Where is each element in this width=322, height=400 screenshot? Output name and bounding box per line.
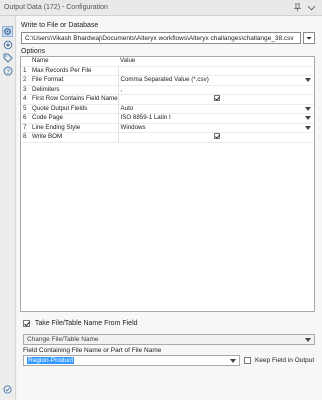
keep-field-checkbox[interactable]: [244, 357, 251, 364]
option-text-value[interactable]: [117, 66, 314, 76]
option-row[interactable]: 8 Write BOM: [21, 132, 314, 143]
window-title: Output Data (172) - Configuration: [4, 4, 108, 11]
settings-icon[interactable]: [2, 26, 13, 37]
option-row[interactable]: 6 Code Page ISO 8859-1 Latin I: [21, 113, 314, 124]
help-icon[interactable]: ?: [3, 66, 13, 76]
options-header-row: Name Value: [21, 57, 314, 67]
option-row[interactable]: 4 First Row Contains Field Names: [21, 94, 314, 105]
option-name: Write BOM: [30, 132, 118, 143]
chevron-down-icon: [230, 359, 236, 363]
take-from-field-row[interactable]: Take File/Table Name From Field: [23, 320, 138, 328]
option-name: Delimiters: [30, 85, 118, 95]
config-toolbar: ?: [0, 16, 16, 400]
chevron-down-icon: [305, 125, 311, 130]
chevron-down-icon: [305, 116, 311, 120]
option-value: ,: [120, 85, 123, 93]
file-name-field-select[interactable]: Region-Product: [23, 355, 240, 366]
file-name-mode-select[interactable]: Change File/Table Name: [23, 334, 315, 345]
name-column-header: Name: [30, 57, 118, 67]
chevron-down-icon: [305, 106, 311, 111]
num-header: [21, 57, 30, 67]
file-name-mode-value: Change File/Table Name: [27, 336, 99, 343]
options-grid: Name Value 1 Max Records Per File 2 File Fo…: [20, 56, 315, 312]
option-row-number: 5: [21, 104, 30, 114]
window-titlebar: Output Data (172) - Configuration: [0, 0, 322, 16]
option-name: First Row Contains Field Names: [30, 94, 118, 105]
option-dropdown[interactable]: Windows: [117, 123, 314, 133]
option-checkbox-cell[interactable]: [117, 94, 314, 105]
write-to-label: Write to File or Database: [21, 22, 99, 29]
option-value: ISO 8859-1 Latin I: [120, 114, 171, 121]
take-from-field-label: Take File/Table Name From Field: [34, 320, 138, 328]
option-value: Comma Separated Value (*.csv): [120, 76, 209, 83]
field-containing-label: Field Containing File Name or Part of Fi…: [23, 347, 162, 354]
option-dropdown[interactable]: ISO 8859-1 Latin I: [117, 113, 314, 124]
status-ok-icon: [3, 385, 12, 394]
value-column-header: Value: [118, 57, 314, 67]
file-name-field-value: Region-Product: [27, 357, 75, 364]
option-row[interactable]: 5 Quote Output Fields Auto: [21, 104, 314, 114]
tag-icon[interactable]: [3, 53, 13, 63]
connection-icon[interactable]: [3, 40, 13, 50]
option-text-value[interactable]: ,: [117, 85, 314, 95]
chevron-down-icon: [305, 78, 311, 82]
path-dropdown-button[interactable]: [303, 32, 315, 44]
keep-field-row[interactable]: Keep Field in Output: [244, 357, 315, 365]
option-row[interactable]: 7 Line Ending Style Windows: [21, 123, 314, 133]
option-name: Max Records Per File: [30, 66, 118, 76]
option-value: Auto: [120, 104, 134, 112]
option-row-number: 1: [21, 66, 30, 76]
chevron-down-icon[interactable]: [307, 4, 316, 12]
option-row-number: 6: [21, 113, 30, 124]
option-dropdown[interactable]: Comma Separated Value (*.csv): [117, 75, 314, 86]
option-dropdown[interactable]: Auto: [117, 104, 314, 114]
take-from-field-checkbox[interactable]: [23, 320, 30, 327]
option-name: File Format: [30, 75, 118, 86]
chevron-down-icon: [306, 37, 312, 40]
option-value: Windows: [120, 123, 146, 131]
options-label: Options: [21, 48, 46, 55]
option-name: Line Ending Style: [30, 123, 118, 133]
option-name: Code Page: [30, 113, 118, 124]
option-row[interactable]: 2 File Format Comma Separated Value (*.csv…: [21, 75, 314, 86]
option-checkbox-cell[interactable]: [117, 132, 314, 143]
option-row-number: 4: [21, 94, 30, 105]
output-path-field[interactable]: C:\Users\Vikash Bhardwaj\Documents\Alter…: [21, 32, 301, 44]
option-row-number: 7: [21, 123, 30, 133]
option-row[interactable]: 1 Max Records Per File: [21, 66, 314, 76]
pin-icon[interactable]: [293, 3, 302, 12]
option-checkbox[interactable]: [214, 133, 221, 140]
option-row-number: 8: [21, 132, 30, 143]
chevron-down-icon: [305, 338, 311, 342]
option-row-number: 3: [21, 85, 30, 95]
option-name: Quote Output Fields: [30, 104, 118, 114]
keep-field-label: Keep Field in Output: [254, 357, 315, 365]
option-checkbox[interactable]: [214, 95, 221, 102]
option-row[interactable]: 3 Delimiters,: [21, 85, 314, 95]
option-row-number: 2: [21, 75, 30, 86]
